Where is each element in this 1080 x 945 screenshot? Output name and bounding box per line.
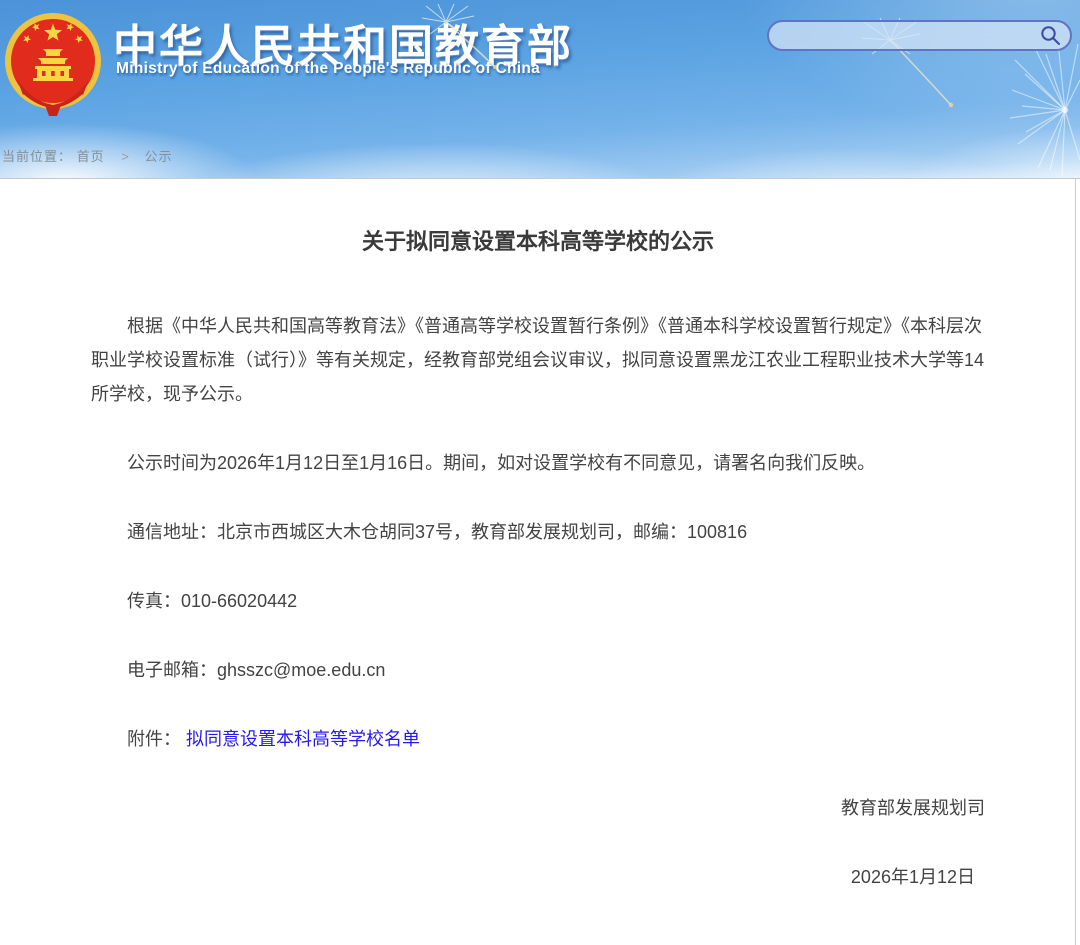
attachment-link[interactable]: 拟同意设置本科高等学校名单: [186, 729, 420, 749]
national-emblem-icon: [1, 7, 105, 117]
breadcrumb-separator: >: [121, 149, 130, 164]
article-paragraph: 电子邮箱：ghsszc@moe.edu.cn: [91, 653, 985, 687]
site-logo[interactable]: 中华人民共和国教育部 Ministry of Education of the …: [0, 0, 620, 120]
breadcrumb-home-link[interactable]: 首页: [77, 149, 105, 164]
search-input[interactable]: [769, 22, 1038, 49]
search-icon: [1040, 25, 1061, 46]
search-box: [767, 20, 1072, 51]
breadcrumb-label: 当前位置：: [2, 149, 72, 164]
article-paragraph: 传真：010-66020442: [91, 584, 985, 618]
announcement-article: 关于拟同意设置本科高等学校的公示 根据《中华人民共和国高等教育法》《普通高等学校…: [0, 179, 1076, 945]
attachment-line: 附件： 拟同意设置本科高等学校名单: [91, 722, 985, 756]
main-content: 关于拟同意设置本科高等学校的公示 根据《中华人民共和国高等教育法》《普通高等学校…: [0, 178, 1080, 945]
article-title: 关于拟同意设置本科高等学校的公示: [91, 227, 985, 257]
attachment-label: 附件：: [127, 729, 181, 749]
article-paragraph: 根据《中华人民共和国高等教育法》《普通高等学校设置暂行条例》《普通本科学校设置暂…: [91, 309, 985, 411]
breadcrumb-current-link[interactable]: 公示: [145, 149, 173, 164]
publish-date: 2026年1月12日: [91, 860, 985, 894]
breadcrumb: 当前位置： 首页 > 公示: [2, 146, 175, 165]
search-button[interactable]: [1038, 22, 1070, 49]
dandelion-fluff-decoration: [1010, 40, 1080, 180]
article-paragraph: 通信地址：北京市西城区大木仓胡同37号，教育部发展规划司，邮编：100816: [91, 515, 985, 549]
site-subtitle: Ministry of Education of the People's Re…: [116, 60, 540, 78]
article-paragraph: 公示时间为2026年1月12日至1月16日。期间，如对设置学校有不同意见，请署名…: [91, 446, 985, 480]
site-header: 中华人民共和国教育部 Ministry of Education of the …: [0, 0, 1080, 178]
signature: 教育部发展规划司: [91, 791, 985, 825]
